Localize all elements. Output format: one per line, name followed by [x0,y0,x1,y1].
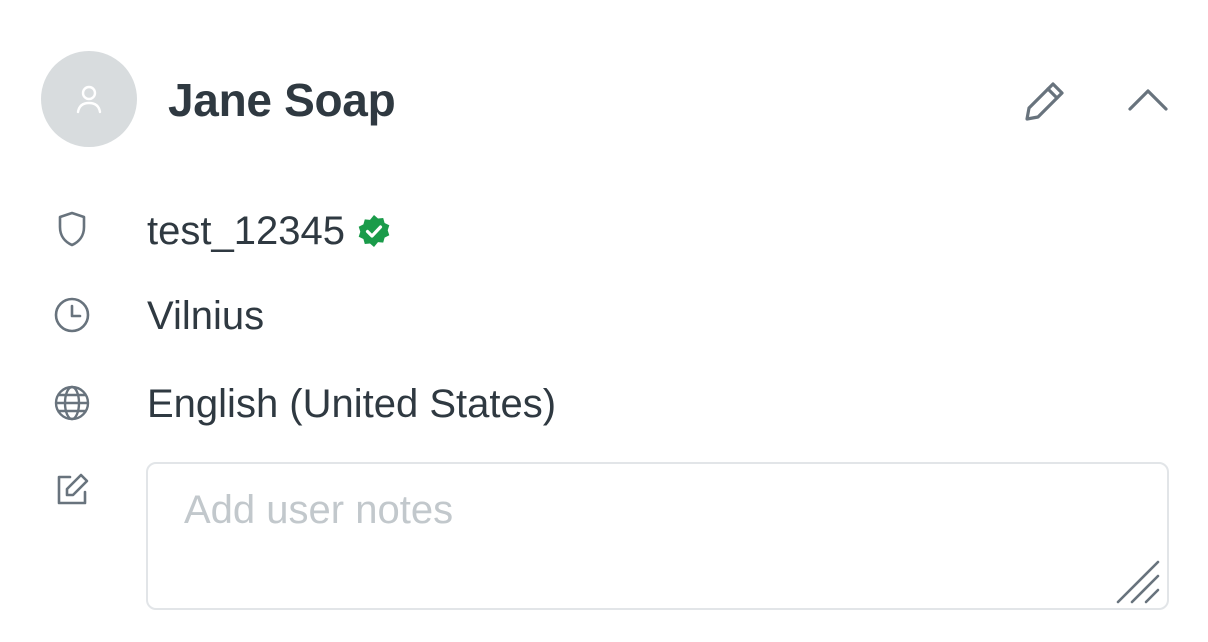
shield-icon [58,211,86,247]
globe-icon-wrapper [50,381,94,425]
user-name: Jane Soap [168,74,396,126]
language: English (United States) [147,382,557,426]
clock-icon [54,297,90,333]
clock-icon-wrapper [50,293,94,337]
note-edit-icon-wrapper [50,468,94,512]
user-profile-card: Jane Soap test_12345 Vilnius English (Un… [0,0,1208,642]
collapse-button[interactable] [1118,70,1178,128]
username: test_12345 [147,209,345,253]
user-notes-input[interactable] [146,462,1169,610]
pencil-icon [1025,82,1064,121]
location: Vilnius [147,294,265,338]
verified-badge-icon [357,214,391,248]
username-row: test_12345 [147,207,391,255]
edit-button[interactable] [1012,70,1074,128]
shield-icon-wrapper [50,207,94,251]
avatar [41,51,137,147]
globe-icon [54,385,90,421]
chevron-up-icon [1128,89,1168,111]
user-icon [76,85,102,114]
note-edit-icon [57,473,89,505]
